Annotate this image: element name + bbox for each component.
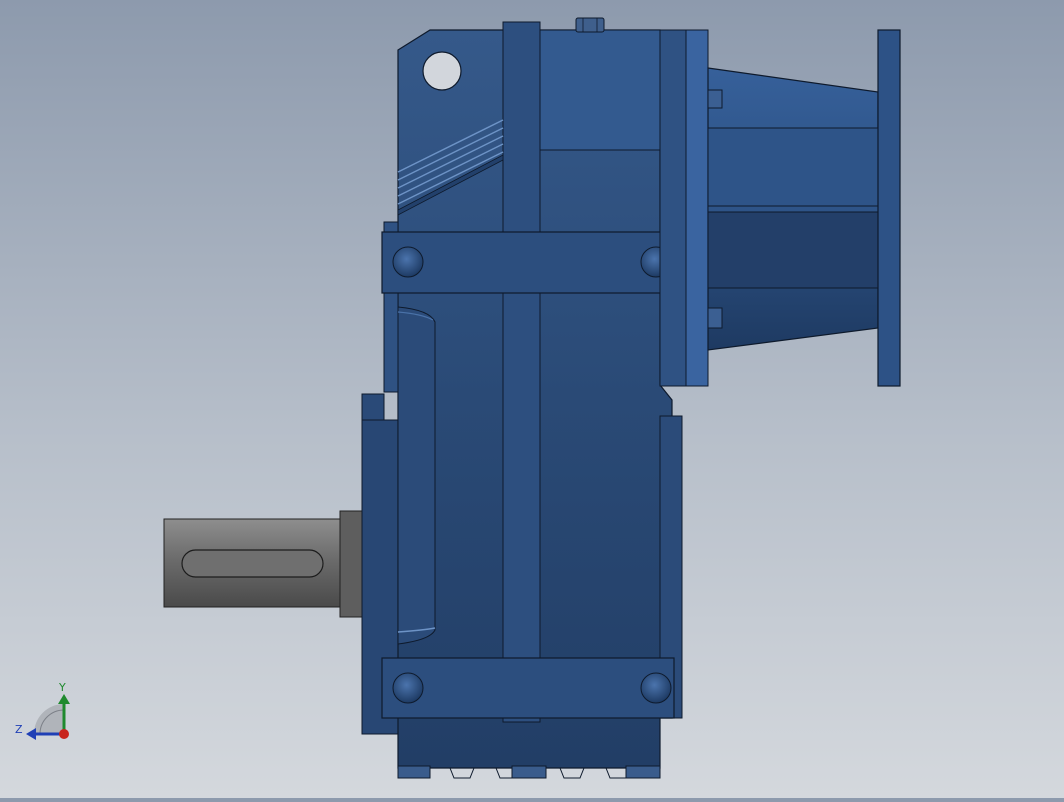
graphics-viewport[interactable]: Y Z bbox=[0, 0, 1064, 798]
z-axis-arrow-icon bbox=[26, 728, 36, 740]
triad-y-label: Y bbox=[58, 681, 66, 694]
gearbox-housing[interactable] bbox=[361, 17, 683, 769]
breather-plug bbox=[575, 17, 605, 33]
orientation-triad[interactable]: Y Z bbox=[15, 681, 70, 740]
upper-mounting-bar[interactable] bbox=[381, 231, 675, 294]
output-shaft[interactable] bbox=[163, 510, 365, 618]
model-canvas[interactable]: Y Z bbox=[0, 0, 1064, 798]
triad-z-label: Z bbox=[15, 723, 23, 736]
y-axis-arrow-icon bbox=[58, 694, 70, 704]
keyway bbox=[181, 549, 324, 578]
bolt-icon bbox=[392, 672, 424, 704]
motor-adapter[interactable] bbox=[659, 29, 901, 387]
lifting-eye-hole bbox=[422, 51, 462, 91]
lower-mounting-bar[interactable] bbox=[381, 657, 675, 719]
bolt-icon bbox=[640, 672, 672, 704]
bolt-icon bbox=[392, 246, 424, 278]
x-axis-point-icon bbox=[59, 729, 69, 739]
motor-flange[interactable] bbox=[877, 29, 901, 387]
